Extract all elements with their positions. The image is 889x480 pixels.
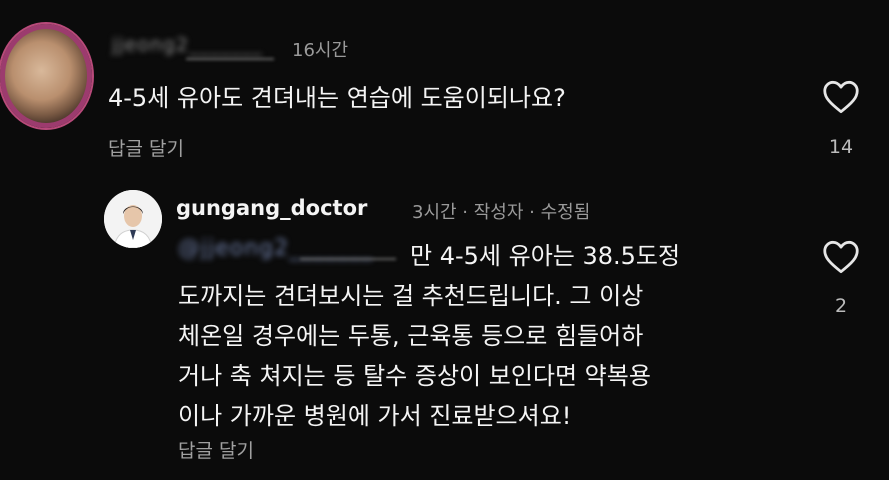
comment-like-count: 14 <box>828 136 854 158</box>
doctor-portrait-icon <box>104 190 162 248</box>
comment-timestamp: 16시간 <box>292 40 349 61</box>
replier-avatar[interactable] <box>104 190 162 248</box>
heart-outline-icon[interactable] <box>822 80 860 114</box>
comments-view: jjeong2_______ 16시간 4-5세 유아도 견뎌내는 연습에 도움… <box>0 0 889 480</box>
commenter-avatar[interactable] <box>0 24 92 128</box>
replier-username[interactable]: gungang_doctor <box>176 196 367 220</box>
reply-like-count: 2 <box>834 295 848 317</box>
reply-text-line-1: 만 4-5세 유아는 38.5도정 <box>410 242 681 270</box>
reply-text-line-3: 체온일 경우에는 두통, 근육통 등으로 힘들어하 <box>178 322 644 350</box>
reply-metadata: 3시간 · 작성자 · 수정됨 <box>412 202 591 223</box>
reply-text-line-5: 이나 가까운 병원에 가서 진료받으셔요! <box>178 402 572 430</box>
username-blur-underline <box>186 58 274 60</box>
mention-blur-underline <box>300 258 396 260</box>
comment-text: 4-5세 유아도 견뎌내는 연습에 도움이되나요? <box>108 84 566 112</box>
reply-to-reply-button[interactable]: 답글 달기 <box>178 436 254 463</box>
commenter-username[interactable]: jjeong2_______ <box>112 34 263 56</box>
reply-button[interactable]: 답글 달기 <box>108 134 184 161</box>
reply-text-line-2: 도까지는 견뎌보시는 걸 추천드립니다. 그 이상 <box>178 282 644 310</box>
reply-text-line-4: 거나 축 쳐지는 등 탈수 증상이 보인다면 약복용 <box>178 362 651 390</box>
heart-outline-icon[interactable] <box>822 240 860 274</box>
